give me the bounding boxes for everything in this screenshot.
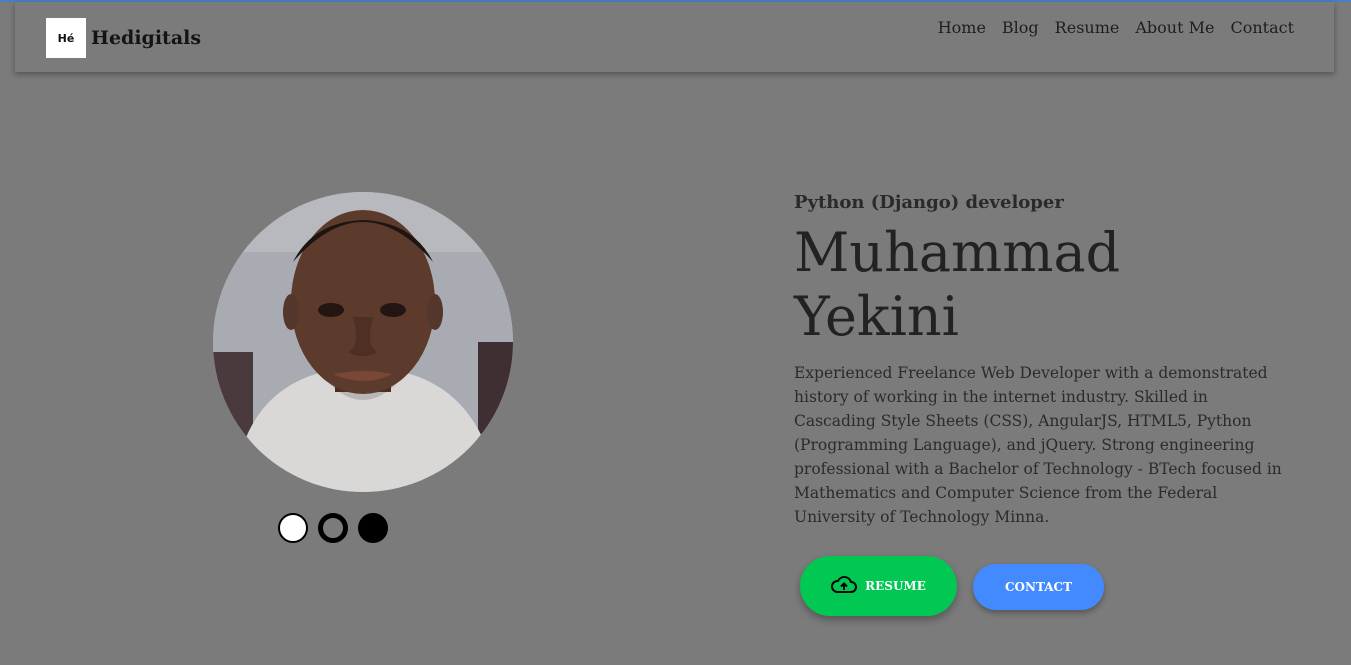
resume-button[interactable]: RESUME [800, 556, 957, 616]
hero-subtitle: Python (Django) developer [794, 192, 1064, 213]
nav-link-about-me[interactable]: About Me [1135, 18, 1214, 37]
theme-dots [278, 513, 388, 543]
profile-photo [213, 192, 513, 492]
theme-dot-outline[interactable] [318, 513, 348, 543]
contact-button-label: CONTACT [1004, 580, 1073, 594]
nav-link-blog[interactable]: Blog [1002, 18, 1039, 37]
brand-logo: Hé [46, 18, 86, 58]
cloud-upload-icon [831, 575, 858, 598]
hero-text: Python (Django) developer Muhammad Yekin… [794, 192, 1294, 529]
hero-bio: Experienced Freelance Web Developer with… [794, 364, 1282, 526]
contact-button[interactable]: CONTACT [973, 564, 1104, 610]
hero-name-line2: Yekini [794, 285, 959, 348]
navbar: Hé Hedigitals Home Blog Resume About Me … [15, 2, 1334, 72]
theme-dot-white[interactable] [278, 513, 308, 543]
brand-link[interactable]: Hé Hedigitals [46, 18, 201, 58]
nav-link-resume[interactable]: Resume [1055, 18, 1120, 37]
nav-link-home[interactable]: Home [938, 18, 986, 37]
theme-dot-black[interactable] [358, 513, 388, 543]
nav-links: Home Blog Resume About Me Contact [938, 18, 1294, 37]
profile-photo-illustration [213, 192, 513, 492]
hero-name-line1: Muhammad [794, 221, 1121, 284]
resume-button-label: RESUME [865, 579, 926, 593]
hero-name: Muhammad Yekini [794, 221, 1294, 349]
nav-link-contact[interactable]: Contact [1230, 18, 1294, 37]
brand-name: Hedigitals [91, 27, 202, 49]
